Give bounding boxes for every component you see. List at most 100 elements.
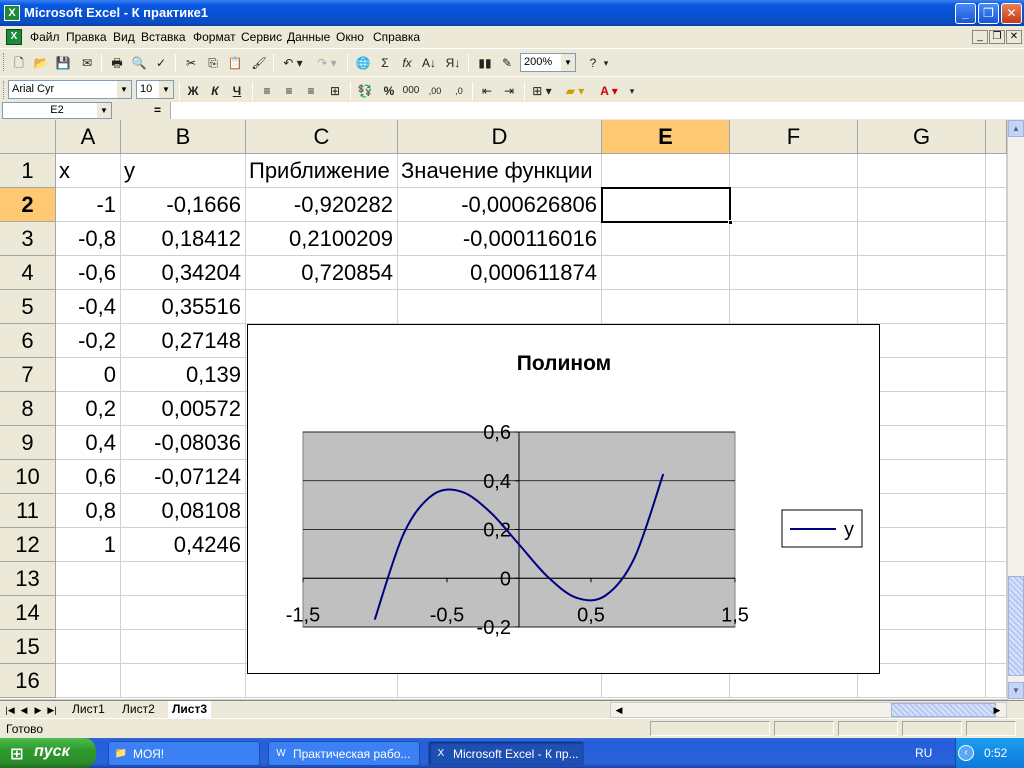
fill-color-icon[interactable]: ▰ ▾ xyxy=(560,81,590,101)
vertical-scrollbar[interactable]: ▲ ▼ xyxy=(1007,120,1024,700)
cell-c2[interactable]: -0,920282 xyxy=(246,188,398,222)
font-color-icon[interactable]: A ▾ xyxy=(594,81,624,101)
chevron-down-icon[interactable]: ▼ xyxy=(117,81,131,98)
doc-close-button[interactable]: ✕ xyxy=(1006,30,1022,44)
formula-input[interactable] xyxy=(170,102,1024,119)
grid-cell[interactable] xyxy=(121,562,246,596)
grid-cell[interactable] xyxy=(858,154,986,188)
data-point[interactable] xyxy=(604,594,607,597)
cell-b9[interactable]: -0,08036 xyxy=(121,426,246,460)
chart-wizard-icon[interactable]: ▮▮ xyxy=(474,53,496,73)
grid-cell[interactable] xyxy=(986,324,1007,358)
grid-cell[interactable] xyxy=(730,222,858,256)
grid-cell[interactable] xyxy=(602,256,730,290)
undo-icon[interactable]: ↶ ▾ xyxy=(278,53,308,73)
cell-b11[interactable]: 0,08108 xyxy=(121,494,246,528)
data-point[interactable] xyxy=(575,596,578,599)
excel-app-icon[interactable]: X xyxy=(4,5,20,21)
bold-button[interactable]: Ж xyxy=(182,81,204,101)
grid-cell[interactable] xyxy=(121,596,246,630)
grid-cell[interactable] xyxy=(602,154,730,188)
spelling-icon[interactable]: ✓ xyxy=(150,53,172,73)
data-point[interactable] xyxy=(489,511,492,514)
grid-cell[interactable] xyxy=(56,596,121,630)
close-button[interactable]: ✕ xyxy=(1001,3,1022,24)
grid-cell[interactable] xyxy=(986,494,1007,528)
minimize-button[interactable]: _ xyxy=(955,3,976,24)
grid-cell[interactable] xyxy=(56,630,121,664)
grid-cell[interactable] xyxy=(986,664,1007,698)
row-header-1[interactable]: 1 xyxy=(0,154,56,188)
scroll-down-icon[interactable]: ▼ xyxy=(1008,682,1024,699)
permission-icon[interactable]: ✉ xyxy=(76,53,98,73)
prev-sheet-icon[interactable]: ◀ xyxy=(18,703,30,717)
chevron-down-icon[interactable]: ▼ xyxy=(97,103,111,118)
align-left-icon[interactable]: ≡ xyxy=(256,81,278,101)
cell-b10[interactable]: -0,07124 xyxy=(121,460,246,494)
italic-button[interactable]: К xyxy=(204,81,226,101)
decrease-indent-icon[interactable]: ⇤ xyxy=(476,81,498,101)
grid-cell[interactable] xyxy=(730,188,858,222)
grid-cell[interactable] xyxy=(858,256,986,290)
row-header-10[interactable]: 10 xyxy=(0,460,56,494)
cell-b7[interactable]: 0,139 xyxy=(121,358,246,392)
selected-cell-e2[interactable] xyxy=(601,187,733,225)
increase-decimal-button[interactable]: ,00 xyxy=(424,81,446,101)
cell-b4[interactable]: 0,34204 xyxy=(121,256,246,290)
cell-b3[interactable]: 0,18412 xyxy=(121,222,246,256)
redo-icon[interactable]: ↷ ▾ xyxy=(312,53,342,73)
fill-handle[interactable] xyxy=(728,220,733,225)
menu-file[interactable]: Файл xyxy=(30,30,60,44)
formula-equals-button[interactable]: = xyxy=(154,103,161,117)
tray-expand-icon[interactable]: ‹ xyxy=(958,745,974,761)
grid-cell[interactable] xyxy=(986,596,1007,630)
toolbar-options-icon[interactable]: ▾ xyxy=(600,53,612,73)
cell-a10[interactable]: 0,6 xyxy=(56,460,121,494)
horizontal-scrollbar[interactable]: ◀ ▶ xyxy=(610,702,1007,718)
row-header-8[interactable]: 8 xyxy=(0,392,56,426)
row-header-11[interactable]: 11 xyxy=(0,494,56,528)
cell-d3[interactable]: -0,000116016 xyxy=(398,222,602,256)
data-point[interactable] xyxy=(402,532,405,535)
grid-cell[interactable] xyxy=(986,460,1007,494)
print-icon[interactable]: 🖶 xyxy=(106,53,128,73)
column-header-c[interactable]: C xyxy=(246,120,398,154)
row-header-16[interactable]: 16 xyxy=(0,664,56,698)
cell-d4[interactable]: 0,000611874 xyxy=(398,256,602,290)
increase-indent-icon[interactable]: ⇥ xyxy=(498,81,520,101)
cell-a5[interactable]: -0,4 xyxy=(56,290,121,324)
menu-window[interactable]: Окно xyxy=(336,30,364,44)
font-size-select[interactable]: 10 ▼ xyxy=(136,80,174,99)
row-header-7[interactable]: 7 xyxy=(0,358,56,392)
copy-icon[interactable]: ⎘ xyxy=(202,53,224,73)
sort-descending-icon[interactable]: Я↓ xyxy=(442,53,464,73)
data-point[interactable] xyxy=(633,557,636,560)
open-icon[interactable]: 📂 xyxy=(30,53,52,73)
cell-b8[interactable]: 0,00572 xyxy=(121,392,246,426)
doc-restore-button[interactable]: ❐ xyxy=(989,30,1005,44)
horizontal-scroll-thumb[interactable] xyxy=(891,703,996,717)
row-header-6[interactable]: 6 xyxy=(0,324,56,358)
clock[interactable]: 0:52 xyxy=(984,746,1007,760)
grid-cell[interactable] xyxy=(730,290,858,324)
last-sheet-icon[interactable]: ▶| xyxy=(46,703,58,717)
new-icon[interactable]: 🗋 xyxy=(8,53,30,73)
cell-a6[interactable]: -0,2 xyxy=(56,324,121,358)
cell-b5[interactable]: 0,35516 xyxy=(121,290,246,324)
save-icon[interactable]: 💾 xyxy=(52,53,74,73)
scroll-up-icon[interactable]: ▲ xyxy=(1008,120,1024,137)
grid-cell[interactable] xyxy=(986,256,1007,290)
menu-tools[interactable]: Сервис xyxy=(241,30,282,44)
paste-icon[interactable]: 📋 xyxy=(224,53,246,73)
language-indicator[interactable]: RU xyxy=(915,746,932,760)
row-header-5[interactable]: 5 xyxy=(0,290,56,324)
column-header-h[interactable] xyxy=(986,120,1007,154)
cell-a2[interactable]: -1 xyxy=(56,188,121,222)
align-center-icon[interactable]: ≡ xyxy=(278,81,300,101)
cell-d1[interactable]: Значение функции xyxy=(398,154,602,188)
data-point[interactable] xyxy=(518,543,520,546)
restore-button[interactable]: ❐ xyxy=(978,3,999,24)
cell-d2[interactable]: -0,000626806 xyxy=(398,188,602,222)
tab-sheet3[interactable]: Лист3 xyxy=(168,701,212,718)
first-sheet-icon[interactable]: |◀ xyxy=(4,703,16,717)
